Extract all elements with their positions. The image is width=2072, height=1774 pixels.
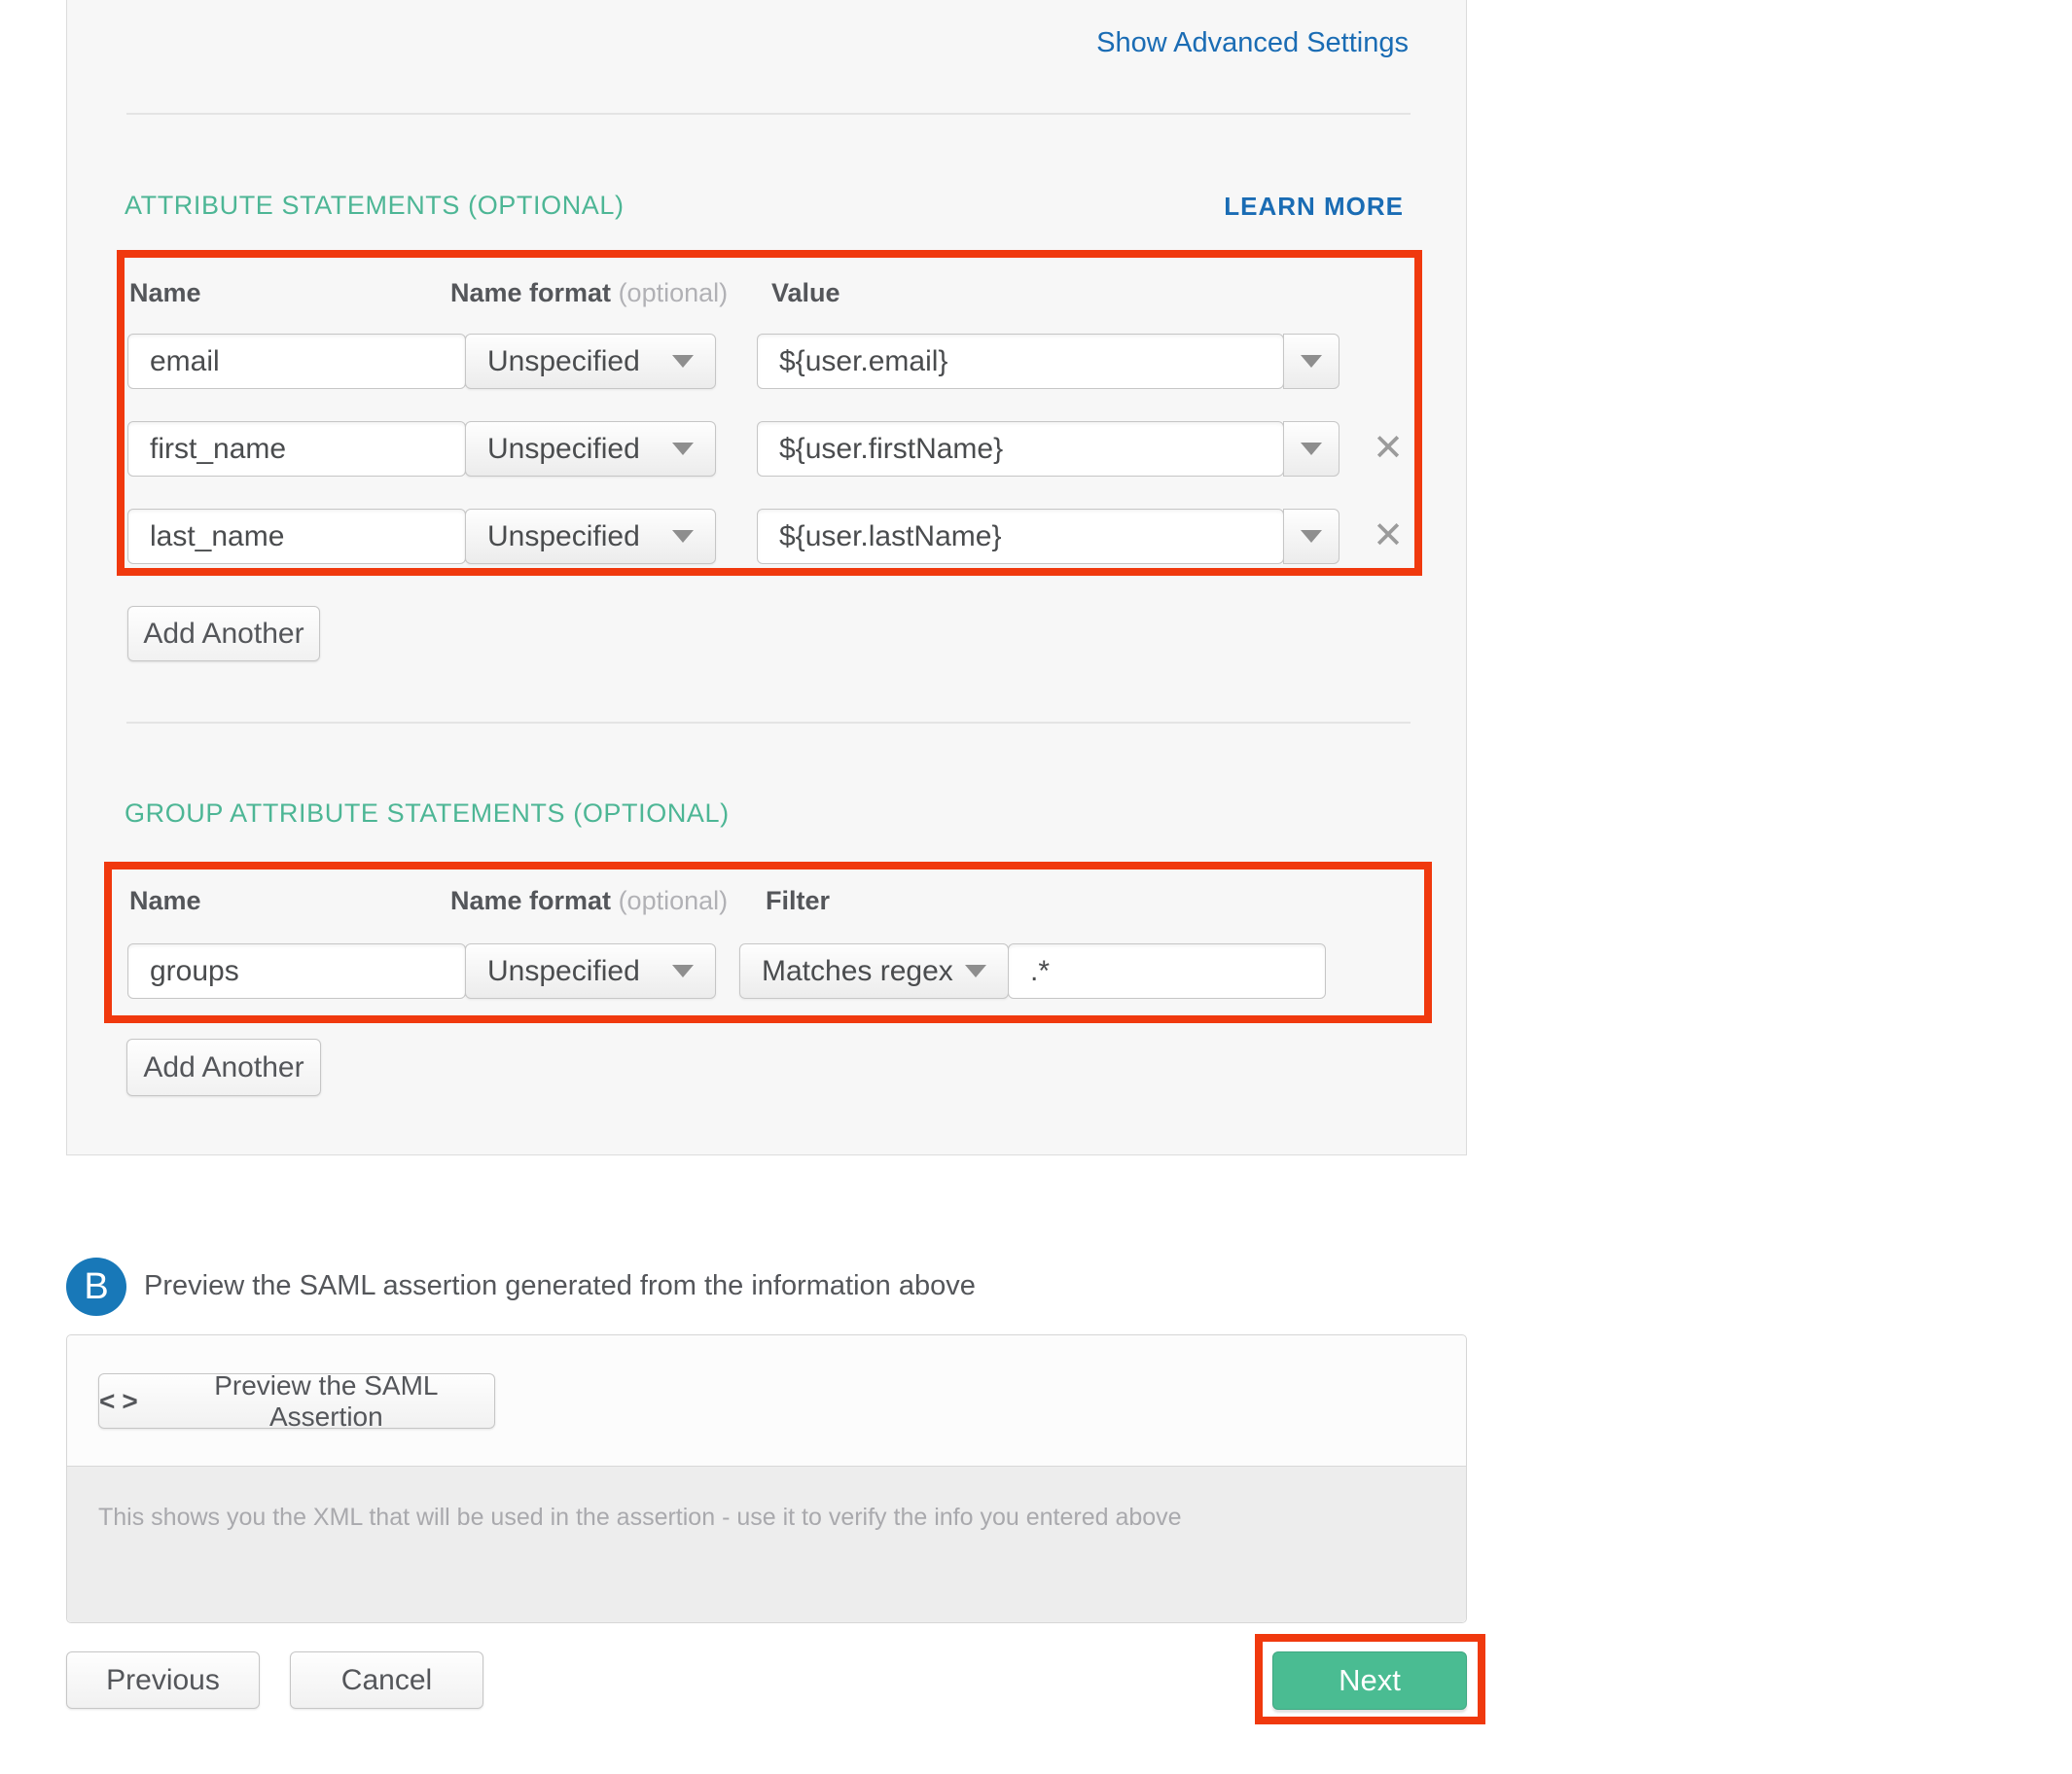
attribute-row: Unspecified ✕ <box>0 509 2072 564</box>
step-b-badge: B <box>66 1258 126 1316</box>
name-format-select[interactable]: Unspecified <box>465 509 716 564</box>
column-header-name: Name <box>129 278 201 308</box>
attribute-value-input[interactable] <box>757 421 1284 477</box>
column-header-name-format: Name format (optional) <box>450 886 728 916</box>
group-name-input[interactable] <box>127 943 466 999</box>
preview-saml-assertion-button[interactable]: <> Preview the SAML Assertion <box>98 1373 495 1429</box>
value-dropdown-button[interactable] <box>1283 509 1340 564</box>
previous-button[interactable]: Previous <box>66 1651 260 1709</box>
name-format-select[interactable]: Unspecified <box>465 334 716 389</box>
name-format-select[interactable]: Unspecified <box>465 421 716 477</box>
step-b-title: Preview the SAML assertion generated fro… <box>144 1270 976 1302</box>
attribute-value-input[interactable] <box>757 509 1284 564</box>
attribute-value-input[interactable] <box>757 334 1284 389</box>
section-divider <box>126 722 1411 724</box>
chevron-down-icon <box>1301 443 1322 455</box>
group-attribute-statements-heading: GROUP ATTRIBUTE STATEMENTS (OPTIONAL) <box>125 798 730 829</box>
value-dropdown-button[interactable] <box>1283 421 1340 477</box>
section-divider <box>126 113 1411 115</box>
chevron-down-icon <box>672 355 694 368</box>
remove-row-button[interactable]: ✕ <box>1361 509 1415 564</box>
attribute-name-input[interactable] <box>127 509 466 564</box>
attribute-name-input[interactable] <box>127 334 466 389</box>
column-header-name-format: Name format (optional) <box>450 278 728 308</box>
attribute-name-input[interactable] <box>127 421 466 477</box>
column-header-name: Name <box>129 886 201 916</box>
saml-settings-page: Show Advanced Settings ATTRIBUTE STATEME… <box>0 0 2072 1774</box>
add-another-attribute-button[interactable]: Add Another <box>127 606 320 661</box>
attribute-row: Unspecified ✕ <box>0 421 2072 477</box>
chevron-down-icon <box>1301 530 1322 543</box>
next-button[interactable]: Next <box>1272 1651 1467 1710</box>
name-format-select[interactable]: Unspecified <box>465 943 716 999</box>
chevron-down-icon <box>965 965 986 977</box>
column-header-filter: Filter <box>766 886 830 916</box>
filter-type-select[interactable]: Matches regex <box>739 943 1009 999</box>
column-header-value: Value <box>771 278 840 308</box>
preview-helper-text: This shows you the XML that will be used… <box>98 1504 1182 1532</box>
chevron-down-icon <box>672 443 694 455</box>
filter-value-input[interactable] <box>1008 943 1326 999</box>
attribute-statements-heading: ATTRIBUTE STATEMENTS (OPTIONAL) <box>125 191 625 221</box>
preview-panel: <> Preview the SAML Assertion This shows… <box>66 1334 1467 1623</box>
learn-more-link[interactable]: LEARN MORE <box>1224 192 1404 222</box>
group-attribute-row: Unspecified Matches regex <box>0 943 2072 999</box>
preview-helper-area: This shows you the XML that will be used… <box>67 1466 1466 1622</box>
show-advanced-settings-link[interactable]: Show Advanced Settings <box>1096 27 1409 59</box>
code-icon: <> <box>99 1386 145 1417</box>
attribute-row: Unspecified <box>0 334 2072 389</box>
remove-row-button[interactable]: ✕ <box>1361 421 1415 477</box>
value-dropdown-button[interactable] <box>1283 334 1340 389</box>
cancel-button[interactable]: Cancel <box>290 1651 483 1709</box>
chevron-down-icon <box>672 965 694 977</box>
add-another-group-attribute-button[interactable]: Add Another <box>126 1039 321 1096</box>
chevron-down-icon <box>672 530 694 543</box>
chevron-down-icon <box>1301 355 1322 368</box>
